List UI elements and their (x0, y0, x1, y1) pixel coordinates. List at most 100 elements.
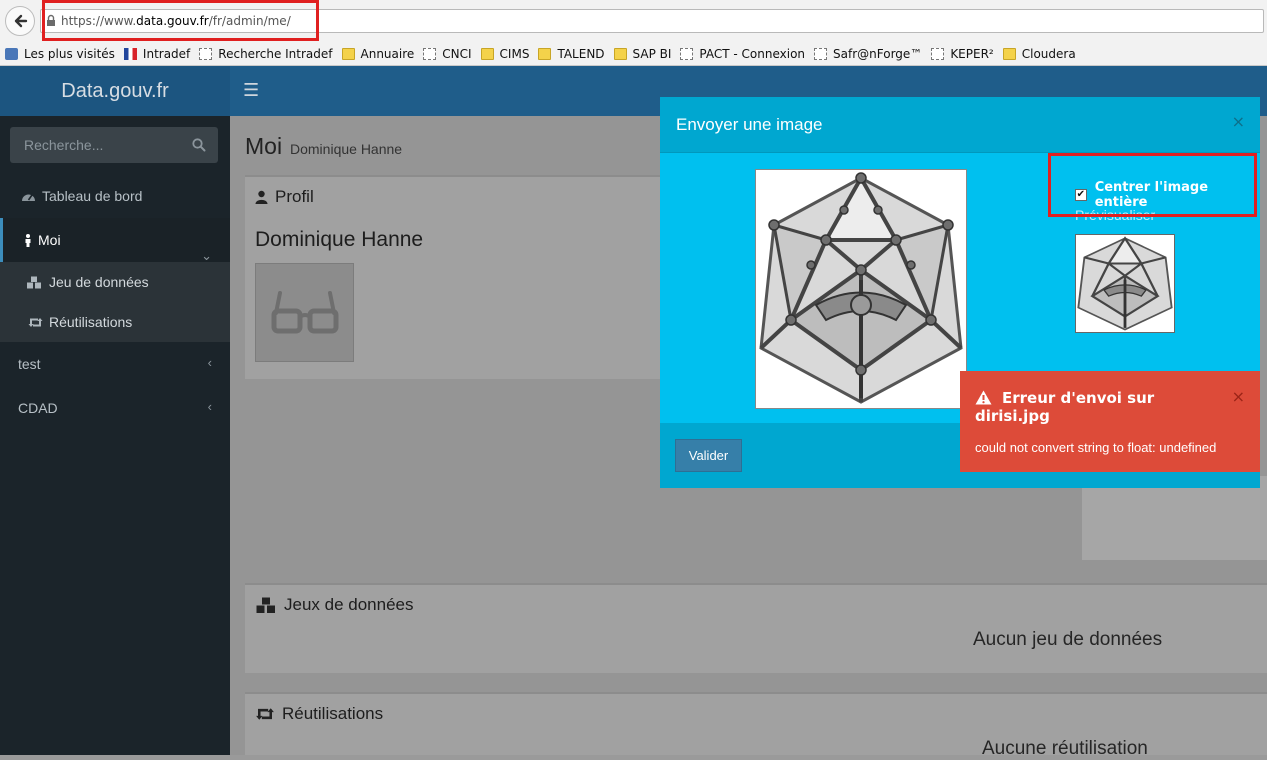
error-message: could not convert string to float: undef… (975, 440, 1217, 455)
search-icon[interactable] (192, 138, 206, 152)
chevron-left-icon: ‹ (207, 355, 212, 370)
cubes-icon (26, 276, 43, 289)
polyhedron-emblem-image (759, 172, 963, 404)
box-title-label: Profil (275, 187, 314, 206)
bookmark-label: Intradef (142, 47, 191, 61)
datasets-box: Jeux de données Aucun jeu de données (245, 583, 1267, 673)
bookmark-cims[interactable]: CIMS (480, 47, 530, 61)
arrow-left-icon (14, 14, 28, 28)
browser-chrome: https://www.data.gouv.fr/fr/admin/me/ Le… (0, 0, 1267, 66)
bookmark-label: CNCI (442, 47, 472, 61)
dashed-page-icon (680, 48, 694, 60)
brand-logo[interactable]: Data.gouv.fr (0, 66, 230, 116)
sidebar-search-input[interactable]: Recherche... (10, 127, 218, 163)
bookmark-pact-connexion[interactable]: PACT - Connexion (680, 47, 805, 61)
french-flag-icon (123, 48, 137, 60)
bookmark-talend[interactable]: TALEND (538, 47, 605, 61)
sidebar-item-jeu-de-donnees[interactable]: Jeu de données (0, 262, 230, 302)
submenu-moi: Jeu de données Réutilisations (0, 262, 230, 342)
box-title-label: Réutilisations (282, 704, 384, 723)
glasses-icon (271, 290, 338, 333)
folder-icon (538, 48, 552, 60)
side-panel (1082, 476, 1267, 560)
magnifier-icon (5, 48, 18, 60)
checkbox-highlight-annotation (1048, 153, 1257, 217)
url-highlight-annotation (42, 0, 319, 41)
profile-name: Dominique Hanne (255, 228, 424, 251)
bookmark-intradef[interactable]: Intradef (123, 47, 191, 61)
folder-icon (480, 48, 494, 60)
dashed-page-icon (931, 48, 945, 60)
bookmark-label: TALEND (557, 47, 605, 61)
sidebar-item-label: CDAD (18, 400, 58, 416)
avatar[interactable] (255, 263, 354, 362)
bookmark-label: Recherche Intradef (218, 47, 333, 61)
folder-icon (613, 48, 627, 60)
sidebar-item-label: Moi (38, 232, 61, 248)
search-placeholder: Recherche... (24, 137, 104, 153)
reuses-empty-message: Aucune réutilisation (982, 738, 1148, 759)
bookmark-cloudera[interactable]: Cloudera (1002, 47, 1076, 61)
bookmark-label: PACT - Connexion (699, 47, 806, 61)
dashboard-icon (21, 190, 36, 202)
sidebar-item-label: test (18, 356, 41, 372)
datasets-box-title: Jeux de données (255, 595, 414, 615)
bookmark-annuaire[interactable]: Annuaire (341, 47, 415, 61)
box-title-label: Jeux de données (284, 595, 414, 614)
bookmark-label: KEPER² (950, 47, 994, 61)
error-title: Erreur d'envoi sur dirisi.jpg (975, 389, 1215, 425)
sidebar-item-moi[interactable]: Moi ⌄ (0, 218, 230, 263)
dashed-page-icon (199, 48, 213, 60)
bookmarks-toolbar: Les plus visités Intradef Recherche Intr… (0, 43, 1267, 65)
bookmark-cnci[interactable]: CNCI (423, 47, 472, 61)
sidebar: Recherche... Tableau de bord Moi ⌄ Jeu d… (0, 116, 230, 755)
profile-box: Profil Dominique Hanne (245, 175, 665, 379)
error-title-text: Erreur d'envoi sur dirisi.jpg (975, 389, 1155, 425)
bookmark-recherche-intradef[interactable]: Recherche Intradef (199, 47, 333, 61)
reuses-box: Réutilisations Aucune réutilisation (245, 692, 1267, 759)
bookmark-keper[interactable]: KEPER² (931, 47, 994, 61)
polyhedron-emblem-thumbnail (1077, 236, 1173, 331)
chevron-left-icon: ‹ (207, 399, 212, 414)
retweet-icon (255, 707, 275, 721)
page-title: Moi (245, 133, 283, 159)
uploaded-image-cropper[interactable] (755, 169, 967, 409)
bookmark-sap-bi[interactable]: SAP BI (613, 47, 672, 61)
bookmark-les-plus-visites[interactable]: Les plus visités (5, 47, 115, 61)
profile-box-title: Profil (255, 187, 314, 207)
sidebar-item-label: Réutilisations (49, 314, 133, 330)
hamburger-menu-icon[interactable]: ☰ (243, 82, 259, 100)
modal-title: Envoyer une image (676, 115, 823, 134)
warning-icon (975, 390, 992, 405)
sidebar-item-cdad[interactable]: CDAD ‹ (0, 388, 230, 428)
bookmark-label: Safr@nForge™ (833, 47, 923, 61)
user-icon (255, 190, 268, 204)
person-icon (24, 233, 32, 247)
close-icon[interactable]: × (1232, 112, 1245, 131)
datasets-empty-message: Aucun jeu de données (973, 629, 1163, 650)
bookmark-safranforge[interactable]: Safr@nForge™ (814, 47, 922, 61)
folder-icon (341, 48, 355, 60)
image-preview-thumbnail (1075, 234, 1175, 333)
sidebar-item-tableau-de-bord[interactable]: Tableau de bord (0, 176, 230, 216)
folder-icon (1002, 48, 1016, 60)
bookmark-label: CIMS (499, 47, 530, 61)
modal-header: Envoyer une image × (660, 97, 1260, 153)
close-icon[interactable]: × (1232, 387, 1245, 406)
bookmark-label: Annuaire (360, 47, 415, 61)
sidebar-item-label: Jeu de données (49, 274, 149, 290)
back-button[interactable] (5, 6, 35, 36)
dashed-page-icon (814, 48, 828, 60)
sidebar-item-label: Tableau de bord (42, 188, 143, 204)
cubes-icon (255, 597, 277, 614)
retweet-icon (28, 317, 43, 328)
valider-button[interactable]: Valider (675, 439, 742, 472)
bookmark-label: Cloudera (1021, 47, 1076, 61)
dashed-page-icon (423, 48, 437, 60)
error-notification: Erreur d'envoi sur dirisi.jpg could not … (960, 371, 1260, 472)
sidebar-item-reutilisations[interactable]: Réutilisations (0, 302, 230, 342)
bookmark-label: Les plus visités (24, 47, 115, 61)
reuses-box-title: Réutilisations (255, 704, 383, 724)
sidebar-item-test[interactable]: test ‹ (0, 344, 230, 384)
bookmark-label: SAP BI (632, 47, 672, 61)
